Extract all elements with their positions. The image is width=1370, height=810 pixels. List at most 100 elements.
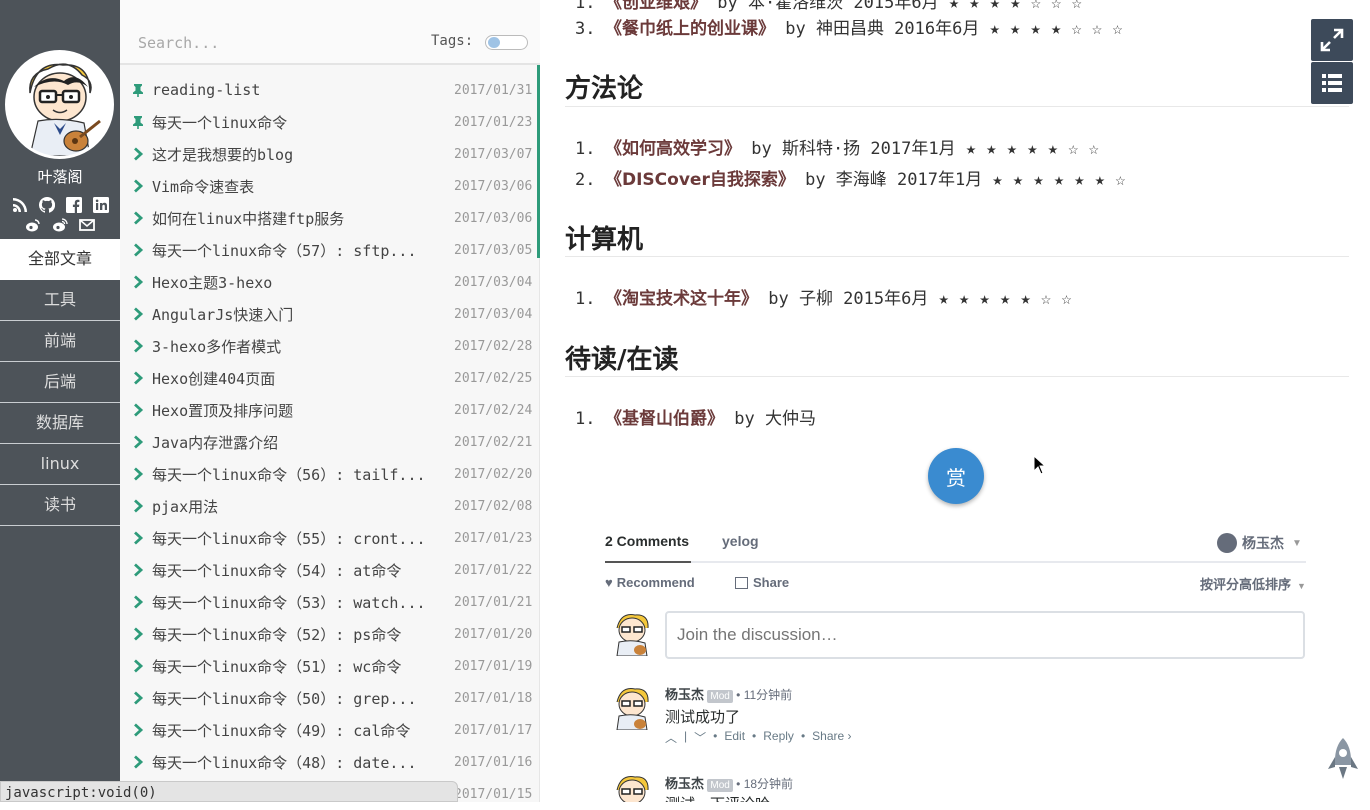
comments-tab-underline xyxy=(605,561,1306,563)
post-title: 这才是我想要的blog xyxy=(152,145,294,164)
book-link[interactable]: 《DISCover自我探索》 xyxy=(605,170,795,190)
post-title: Hexo置顶及排序问题 xyxy=(152,401,294,420)
social-links-row-2 xyxy=(0,216,120,234)
share-button[interactable]: Share xyxy=(735,575,789,590)
post-title: 每天一个linux命令（57）: sftp... xyxy=(152,241,417,260)
site-name[interactable]: 叶落阁 xyxy=(0,166,120,187)
post-list-item[interactable]: Hexo创建404页面 2017/02/25 xyxy=(120,362,540,394)
post-date: 2017/02/21 xyxy=(454,434,533,450)
nav-item-tools[interactable]: 工具 xyxy=(0,280,120,321)
book-link[interactable]: 《淘宝技术这十年》 xyxy=(605,289,758,309)
linkedin-icon[interactable] xyxy=(92,196,110,214)
post-list-item[interactable]: 3-hexo多作者模式 2017/02/28 xyxy=(120,330,540,362)
comment-time[interactable]: 18分钟前 xyxy=(744,777,793,791)
chevron-right-icon xyxy=(131,467,145,481)
post-date: 2017/01/19 xyxy=(454,658,533,674)
list-icon xyxy=(1322,74,1342,92)
avatar[interactable] xyxy=(5,50,114,159)
divider xyxy=(565,376,1349,377)
post-list-item[interactable]: 每天一个linux命令 2017/01/23 xyxy=(120,106,540,138)
post-date: 2017/03/06 xyxy=(454,178,533,194)
chevron-right-icon xyxy=(131,307,145,321)
post-title: 3-hexo多作者模式 xyxy=(152,337,282,356)
list-item: 1. 《如何高效学习》 by 斯科特·扬 2017年1月 ★ ★ ★ ★ ★ ☆ … xyxy=(575,139,1099,159)
social-links-row-1 xyxy=(0,196,120,214)
post-list-item[interactable]: Hexo置顶及排序问题 2017/02/24 xyxy=(120,394,540,426)
post-list-item[interactable]: 每天一个linux命令（49）: cal命令 2017/01/17 xyxy=(120,714,540,746)
user-menu[interactable]: 杨玉杰 ▼ xyxy=(1217,533,1302,553)
reward-button[interactable]: 赏 xyxy=(928,448,984,504)
list-item: 1. 《淘宝技术这十年》 by 子柳 2015年6月 ★ ★ ★ ★ ★ ☆ ☆ xyxy=(575,289,1072,309)
chevron-right-icon xyxy=(131,563,145,577)
tags-toggle[interactable] xyxy=(485,35,528,50)
list-item: 1. 《基督山伯爵》 by 大仲马 xyxy=(575,409,816,429)
post-list-item[interactable]: reading-list 2017/01/31 xyxy=(120,74,540,106)
chevron-right-icon xyxy=(131,243,145,257)
reply-link[interactable]: Reply xyxy=(763,729,794,746)
chevron-right-icon xyxy=(131,723,145,737)
recommend-button[interactable]: ♥ Recommend xyxy=(605,575,695,590)
sort-dropdown[interactable]: 按评分高低排序 ▼ xyxy=(1200,574,1306,593)
tab-site[interactable]: yelog xyxy=(722,533,759,549)
share-link[interactable]: Share › xyxy=(812,729,851,746)
comment-input[interactable] xyxy=(665,611,1305,659)
facebook-icon[interactable] xyxy=(65,196,83,214)
post-list-item[interactable]: 每天一个linux命令（53）: watch... 2017/01/21 xyxy=(120,586,540,618)
weibo-icon[interactable] xyxy=(51,216,69,234)
downvote-icon[interactable]: ﹀ xyxy=(694,729,706,746)
post-title: 每天一个linux命令 xyxy=(152,113,288,132)
post-list-item[interactable]: 如何在linux中搭建ftp服务 2017/03/06 xyxy=(120,202,540,234)
mail-icon[interactable] xyxy=(78,216,96,234)
nav-item-backend[interactable]: 后端 xyxy=(0,362,120,403)
post-list-item[interactable]: Java内存泄露介绍 2017/02/21 xyxy=(120,426,540,458)
mod-badge: Mod xyxy=(707,779,733,792)
nav-item-all[interactable]: 全部文章 xyxy=(0,239,120,280)
rss-icon[interactable] xyxy=(11,196,29,214)
post-list-item[interactable]: 每天一个linux命令（54）: at命令 2017/01/22 xyxy=(120,554,540,586)
post-list-item[interactable]: 每天一个linux命令（48）: date... 2017/01/16 xyxy=(120,746,540,778)
nav-item-frontend[interactable]: 前端 xyxy=(0,321,120,362)
fullscreen-button[interactable] xyxy=(1311,19,1353,61)
edit-link[interactable]: Edit xyxy=(724,729,745,746)
comment-time[interactable]: 11分钟前 xyxy=(744,688,792,702)
post-list-item[interactable]: pjax用法 2017/02/08 xyxy=(120,490,540,522)
nav-item-reading[interactable]: 读书 xyxy=(0,485,120,526)
comment-author[interactable]: 杨玉杰 xyxy=(665,776,704,791)
post-list-item[interactable]: 每天一个linux命令（57）: sftp... 2017/03/05 xyxy=(120,234,540,266)
post-title: Hexo主题3-hexo xyxy=(152,273,273,292)
post-list-item[interactable]: 每天一个linux命令（51）: wc命令 2017/01/19 xyxy=(120,650,540,682)
github-icon[interactable] xyxy=(38,196,56,214)
book-link[interactable]: 《创业维艰》 xyxy=(605,0,707,13)
comment-author[interactable]: 杨玉杰 xyxy=(665,687,704,702)
search-input[interactable] xyxy=(138,34,418,52)
post-list-item[interactable]: 每天一个linux命令（55）: cront... 2017/01/23 xyxy=(120,522,540,554)
status-bar: javascript:void(0) xyxy=(0,781,458,802)
tab-comments-count[interactable]: 2 Comments xyxy=(605,533,689,549)
post-list-item[interactable]: 这才是我想要的blog 2017/03/07 xyxy=(120,138,540,170)
tags-label: Tags: xyxy=(431,33,474,49)
book-link[interactable]: 《基督山伯爵》 xyxy=(605,409,724,429)
avatar-illustration xyxy=(8,53,111,156)
post-list-item[interactable]: Vim命令速查表 2017/03/06 xyxy=(120,170,540,202)
rocket-icon[interactable] xyxy=(1327,737,1359,781)
weibo-icon[interactable] xyxy=(24,216,42,234)
book-link[interactable]: 《如何高效学习》 xyxy=(605,139,741,159)
post-list-item[interactable]: AngularJs快速入门 2017/03/04 xyxy=(120,298,540,330)
nav-item-database[interactable]: 数据库 xyxy=(0,403,120,444)
post-date: 2017/02/08 xyxy=(454,498,533,514)
toc-button[interactable] xyxy=(1311,62,1353,104)
category-nav: 全部文章 工具 前端 后端 数据库 linux 读书 xyxy=(0,239,120,526)
comment-meta: 杨玉杰 Mod • 11分钟前 xyxy=(665,687,793,703)
post-list-item[interactable]: Hexo主题3-hexo 2017/03/04 xyxy=(120,266,540,298)
post-list-item[interactable]: 每天一个linux命令（52）: ps命令 2017/01/20 xyxy=(120,618,540,650)
post-title: 每天一个linux命令（49）: cal命令 xyxy=(152,721,411,740)
book-link[interactable]: 《餐巾纸上的创业课》 xyxy=(605,19,775,39)
post-list-item[interactable]: 每天一个linux命令（50）: grep... 2017/01/18 xyxy=(120,682,540,714)
post-title: 每天一个linux命令（56）: tailf... xyxy=(152,465,426,484)
post-list-item[interactable]: 每天一个linux命令（56）: tailf... 2017/02/20 xyxy=(120,458,540,490)
nav-item-linux[interactable]: linux xyxy=(0,444,120,485)
upvote-icon[interactable]: ︿ xyxy=(665,729,677,746)
chevron-right-icon xyxy=(131,755,145,769)
chevron-down-icon: ▼ xyxy=(1292,537,1302,549)
post-date: 2017/01/22 xyxy=(454,562,533,578)
